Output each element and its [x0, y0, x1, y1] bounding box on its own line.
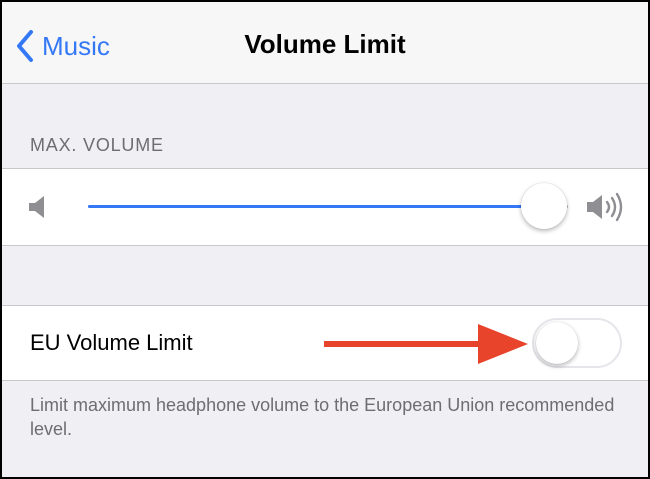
slider-fill	[88, 205, 544, 208]
max-volume-slider[interactable]	[88, 183, 568, 229]
section-header-max-volume: MAX. VOLUME	[30, 135, 164, 155]
toggle-knob	[536, 322, 578, 364]
speaker-low-icon	[29, 196, 44, 218]
eu-volume-limit-description: Limit maximum headphone volume to the Eu…	[30, 395, 615, 439]
max-volume-row	[2, 168, 648, 246]
settings-screen: Music Volume Limit MAX. VOLUME EU Volume…	[0, 0, 650, 479]
slider-thumb[interactable]	[521, 183, 567, 229]
eu-volume-limit-toggle[interactable]	[532, 318, 622, 368]
navigation-bar: Music Volume Limit	[2, 2, 648, 84]
eu-volume-limit-row: EU Volume Limit	[2, 305, 648, 381]
speaker-high-icon	[587, 192, 623, 222]
red-arrow-annotation	[324, 324, 528, 364]
eu-volume-limit-label: EU Volume Limit	[30, 330, 193, 355]
page-title: Volume Limit	[244, 29, 406, 59]
